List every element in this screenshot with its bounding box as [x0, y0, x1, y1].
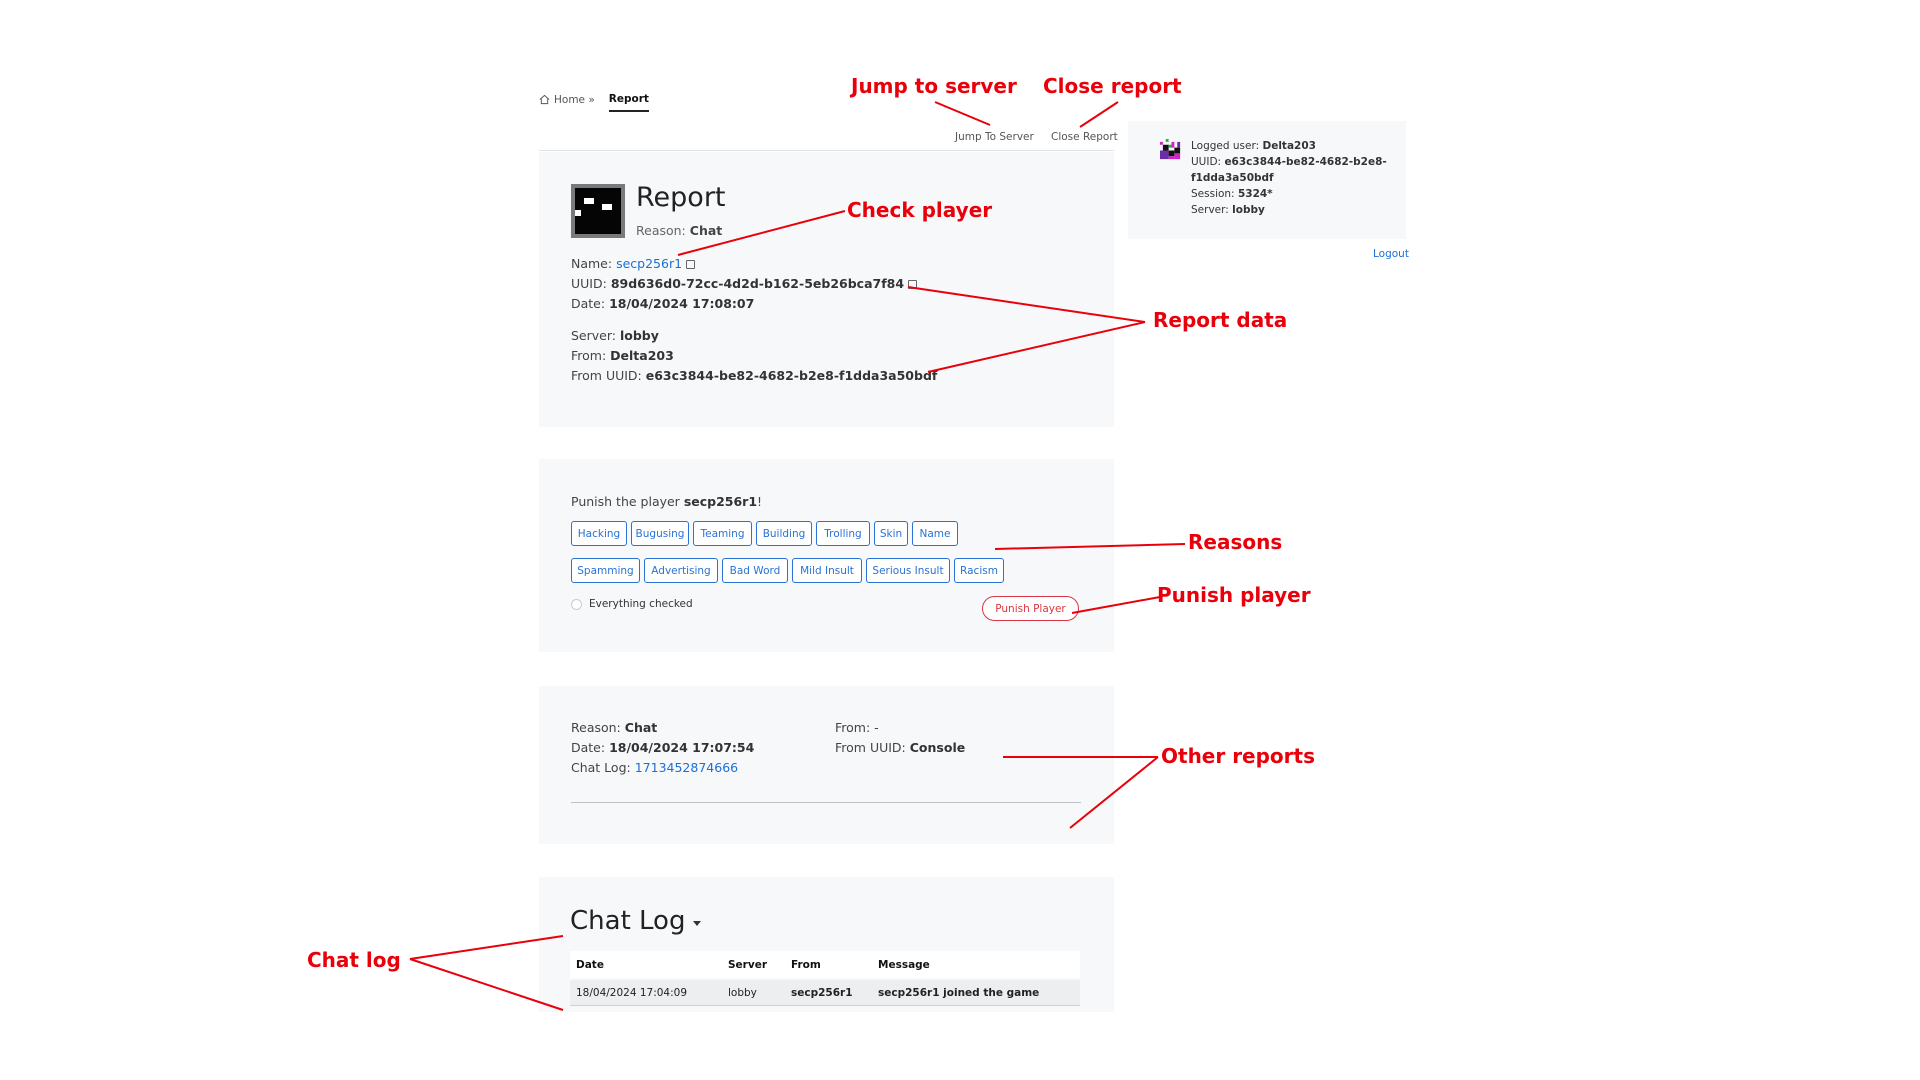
punish-card	[539, 459, 1114, 652]
reason-building-button[interactable]: Building	[756, 521, 812, 546]
chat-log-title: Chat Log	[570, 906, 686, 936]
other-report-right: From: - From UUID: Console	[835, 718, 965, 758]
player-uuid-row: UUID: 89d636d0-72cc-4d2d-b162-5eb26bca7f…	[571, 274, 937, 294]
chat-log-toggle[interactable]: Chat Log	[570, 906, 702, 936]
user-avatar	[1160, 139, 1181, 160]
breadcrumb: Home » Report	[539, 90, 649, 112]
table-row: 18/04/2024 17:04:09 lobby secp256r1 secp…	[570, 980, 1080, 1006]
chat-cell-message: secp256r1 joined the game	[878, 986, 1040, 999]
reason-serious-insult-button[interactable]: Serious Insult	[866, 558, 950, 583]
report-from-uuid-row: From UUID: e63c3844-be82-4682-b2e8-f1dda…	[571, 368, 938, 383]
header-divider	[539, 150, 1114, 151]
annotation-reasons: Reasons	[1188, 530, 1283, 554]
other-report-from: From: -	[835, 720, 879, 735]
everything-checked-toggle[interactable]: Everything checked	[571, 598, 693, 610]
chat-cell-date: 18/04/2024 17:04:09	[576, 986, 688, 999]
reason-teaming-button[interactable]: Teaming	[693, 521, 752, 546]
jump-to-server-link[interactable]: Jump To Server	[955, 131, 1034, 143]
col-server: Server	[728, 958, 768, 971]
reason-name-button[interactable]: Name	[912, 521, 958, 546]
reason-bugusing-button[interactable]: Bugusing	[631, 521, 689, 546]
user-info: Logged user: Delta203 UUID: e63c3844-be8…	[1191, 138, 1387, 218]
other-report-from-uuid: From UUID: Console	[835, 740, 966, 755]
other-report-reason: Reason: Chat	[571, 720, 658, 735]
user-server: Server: lobby	[1191, 204, 1265, 216]
col-message: Message	[878, 958, 930, 971]
report-from-row: From: Delta203	[571, 348, 674, 363]
other-report-divider	[571, 802, 1081, 803]
punish-heading: Punish the player secp256r1!	[571, 494, 763, 509]
reason-trolling-button[interactable]: Trolling	[816, 521, 870, 546]
report-date-row: Date: 18/04/2024 17:08:07	[571, 296, 755, 311]
report-server-row: Server: lobby	[571, 328, 659, 343]
annotation-report-data: Report data	[1153, 308, 1288, 332]
user-uuid-cont: f1dda3a50bdf	[1191, 172, 1274, 184]
copy-icon[interactable]	[686, 260, 696, 269]
breadcrumb-current: Report	[608, 93, 649, 112]
other-report-left: Reason: Chat Date: 18/04/2024 17:07:54 C…	[571, 718, 754, 778]
everything-checked-checkbox[interactable]	[571, 598, 582, 610]
annotation-close-report: Close report	[1043, 74, 1182, 98]
user-session: Session: 5324*	[1191, 188, 1273, 200]
logout-link[interactable]: Logout	[1373, 248, 1409, 260]
punish-player-button[interactable]: Punish Player	[982, 596, 1079, 621]
home-icon[interactable]	[539, 94, 550, 105]
reason-hacking-button[interactable]: Hacking	[571, 521, 627, 546]
caret-down-icon	[693, 920, 702, 926]
annotation-line-jump	[934, 101, 991, 126]
report-details: Name: secp256r1 UUID: 89d636d0-72cc-4d2d…	[571, 254, 937, 386]
user-uuid: UUID: e63c3844-be82-4682-b2e8-	[1191, 156, 1387, 168]
reason-racism-button[interactable]: Racism	[954, 558, 1004, 583]
everything-checked-label: Everything checked	[589, 598, 693, 610]
reason-skin-button[interactable]: Skin	[874, 521, 908, 546]
reason-advertising-button[interactable]: Advertising	[644, 558, 718, 583]
annotation-line-close	[1079, 101, 1119, 128]
other-report-date: Date: 18/04/2024 17:07:54	[571, 740, 755, 755]
player-name-link[interactable]: secp256r1	[616, 256, 682, 271]
chat-table-header: Date Server From Message	[570, 951, 1080, 978]
annotation-jump-to-server: Jump to server	[851, 74, 1017, 98]
reason-mild-insult-button[interactable]: Mild Insult	[792, 558, 862, 583]
breadcrumb-home-link[interactable]: Home »	[554, 94, 595, 106]
close-report-link[interactable]: Close Report	[1051, 131, 1118, 143]
col-date: Date	[576, 958, 604, 971]
chatlog-link[interactable]: 1713452874666	[635, 760, 738, 775]
annotation-check-player: Check player	[847, 198, 993, 222]
chat-cell-from: secp256r1	[791, 986, 853, 999]
player-name-row: Name: secp256r1	[571, 254, 937, 274]
annotation-other-reports: Other reports	[1161, 744, 1316, 768]
report-reason: Reason: Chat	[636, 223, 723, 238]
report-title: Report	[636, 182, 726, 213]
copy-icon[interactable]	[908, 280, 918, 289]
col-from: From	[791, 958, 821, 971]
annotation-chat-log: Chat log	[307, 948, 401, 972]
other-report-chatlog: Chat Log: 1713452874666	[571, 760, 739, 775]
player-avatar	[571, 184, 625, 238]
logged-user: Logged user: Delta203	[1191, 140, 1316, 152]
reason-bad-word-button[interactable]: Bad Word	[722, 558, 788, 583]
reason-spamming-button[interactable]: Spamming	[571, 558, 640, 583]
chat-cell-server: lobby	[728, 986, 757, 999]
annotation-punish-player: Punish player	[1157, 583, 1311, 607]
